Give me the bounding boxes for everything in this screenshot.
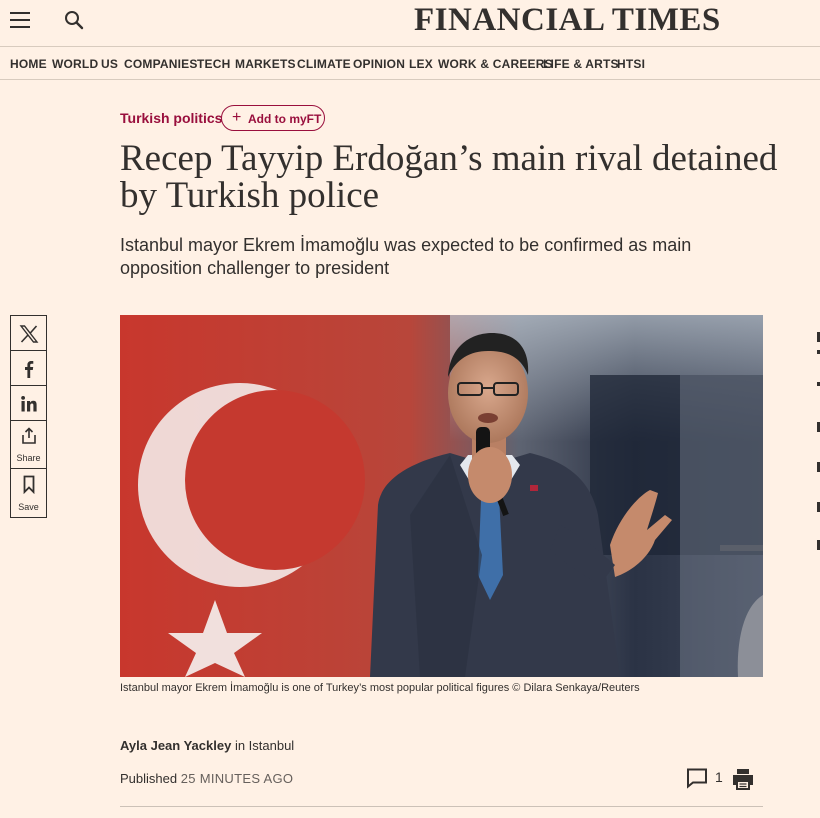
right-edge-clipped-content bbox=[815, 330, 820, 550]
article-main-image bbox=[120, 315, 763, 677]
share-bar: Share Save bbox=[10, 315, 47, 518]
comments-button[interactable]: 1 bbox=[686, 767, 726, 791]
image-caption: Istanbul mayor Ekrem İmamoğlu is one of … bbox=[120, 682, 640, 694]
byline: Ayla Jean Yackley in Istanbul bbox=[120, 738, 294, 753]
nav-item-tech[interactable]: TECH bbox=[197, 57, 230, 71]
add-to-myft-label: Add to myFT bbox=[248, 112, 322, 126]
byline-location: in Istanbul bbox=[234, 738, 295, 753]
nav-item-htsi[interactable]: HTSI bbox=[617, 57, 645, 71]
x-logo-icon bbox=[19, 325, 39, 343]
linkedin-icon bbox=[21, 396, 37, 412]
comment-count: 1 bbox=[715, 769, 723, 785]
facebook-icon bbox=[25, 361, 34, 378]
ft-logo[interactable]: FINANCIAL TIMES bbox=[414, 2, 721, 39]
share-icon bbox=[22, 427, 36, 444]
published-time: 25 MINUTES AGO bbox=[180, 771, 294, 786]
topic-link[interactable]: Turkish politics bbox=[120, 110, 222, 126]
divider bbox=[120, 806, 763, 807]
author-link[interactable]: Ayla Jean Yackley bbox=[120, 738, 231, 753]
hamburger-menu-icon[interactable] bbox=[10, 12, 30, 30]
nav-item-companies[interactable]: COMPANIES bbox=[124, 57, 198, 71]
bookmark-icon bbox=[23, 475, 35, 494]
headline: Recep Tayyip Erdoğan’s main rival detain… bbox=[120, 138, 778, 216]
nav-item-lex[interactable]: LEX bbox=[409, 57, 433, 71]
share-linkedin-button[interactable] bbox=[11, 386, 46, 421]
nav-item-markets[interactable]: MARKETS bbox=[235, 57, 296, 71]
add-to-myft-button[interactable]: + Add to myFT bbox=[221, 105, 325, 131]
share-button[interactable]: Share bbox=[11, 421, 46, 469]
main-nav: HOME WORLD US COMPANIES TECH MARKETS CLI… bbox=[0, 46, 820, 80]
nav-item-home[interactable]: HOME bbox=[10, 57, 47, 71]
nav-item-life-arts[interactable]: LIFE & ARTS bbox=[543, 57, 619, 71]
printer-icon bbox=[733, 769, 753, 790]
publish-date: Published 25 MINUTES AGO bbox=[120, 771, 293, 786]
share-label: Share bbox=[16, 453, 41, 463]
published-label: Published bbox=[120, 771, 178, 786]
share-x-button[interactable] bbox=[11, 316, 46, 351]
top-bar: FINANCIAL TIMES bbox=[0, 0, 820, 46]
standfirst: Istanbul mayor Ekrem İmamoğlu was expect… bbox=[120, 235, 692, 278]
search-icon[interactable] bbox=[64, 10, 84, 30]
save-button[interactable]: Save bbox=[11, 469, 46, 517]
print-button[interactable] bbox=[731, 767, 755, 791]
plus-icon: + bbox=[232, 109, 242, 126]
comment-icon bbox=[687, 768, 707, 789]
nav-item-us[interactable]: US bbox=[101, 57, 118, 71]
nav-item-climate[interactable]: CLIMATE bbox=[297, 57, 351, 71]
nav-item-world[interactable]: WORLD bbox=[52, 57, 98, 71]
nav-item-opinion[interactable]: OPINION bbox=[353, 57, 405, 71]
share-facebook-button[interactable] bbox=[11, 351, 46, 386]
nav-item-work-careers[interactable]: WORK & CAREERS bbox=[438, 57, 553, 71]
save-label: Save bbox=[18, 502, 39, 512]
